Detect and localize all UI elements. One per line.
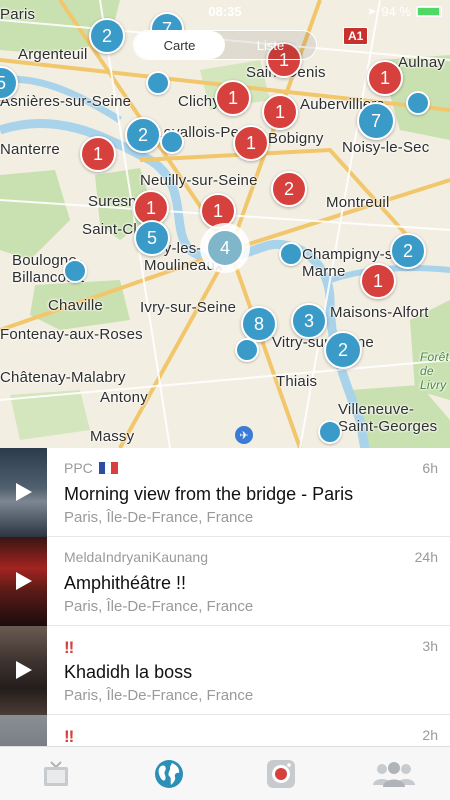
people-icon [372, 761, 415, 787]
post-location: Paris, Île-De-France, France [64, 687, 254, 704]
feed-list[interactable]: PPC 6h Morning view from the bridge - Pa… [0, 448, 450, 746]
battery-percent: 94 % [381, 4, 411, 19]
place-label: Maisons-Alfort [330, 304, 429, 321]
map-cluster[interactable]: 2 [324, 331, 362, 369]
place-label: Asnières-sur-Seine [0, 93, 132, 110]
map-view[interactable]: Paris Argenteuil Saint-Denis Aulnay Asni… [0, 0, 450, 448]
airport-icon: ✈ [235, 426, 253, 444]
list-item[interactable]: MeldaIndryaniKaunang 24h Amphithéâtre !!… [0, 537, 450, 626]
map-cluster-selected[interactable]: 4 [206, 229, 244, 267]
tab-map[interactable] [113, 747, 226, 800]
map-cluster[interactable]: 3 [291, 303, 327, 339]
post-time: 3h [422, 638, 438, 654]
play-icon [16, 483, 32, 501]
tab-camera[interactable] [225, 747, 338, 800]
battery-icon [416, 6, 442, 17]
france-flag-icon [98, 462, 118, 474]
map-cluster[interactable]: 8 [241, 306, 277, 342]
place-label: Clichy [178, 93, 221, 110]
video-thumbnail[interactable] [0, 626, 47, 715]
tab-people[interactable] [338, 747, 450, 800]
post-author[interactable]: PPC [64, 460, 93, 476]
post-title: Morning view from the bridge - Paris [64, 484, 354, 504]
list-item[interactable]: PPC 6h Morning view from the bridge - Pa… [0, 448, 450, 537]
map-pin[interactable] [63, 259, 87, 283]
video-thumbnail[interactable] [0, 715, 47, 746]
map-pin[interactable] [160, 130, 184, 154]
post-time: 24h [414, 549, 438, 565]
map-pin[interactable] [406, 91, 430, 115]
tv-icon [44, 760, 69, 786]
map-cluster[interactable]: 1 [360, 263, 396, 299]
place-label: Villeneuve-Saint-Georges [338, 401, 438, 435]
post-time: 6h [422, 460, 438, 476]
place-label: Châtenay-Malabry [0, 369, 126, 386]
place-label: Thiais [276, 373, 318, 390]
map-cluster[interactable]: 2 [390, 233, 426, 269]
map-cluster[interactable]: 5 [134, 220, 170, 256]
post-author[interactable]: MeldaIndryaniKaunang [64, 549, 208, 565]
place-label: Aulnay [398, 54, 446, 71]
post-time: 2h [422, 727, 438, 743]
map-cluster[interactable]: 1 [200, 193, 236, 229]
place-label: Forêt de Livry [420, 350, 450, 392]
map-cluster[interactable]: 1 [215, 80, 251, 116]
place-label: Bobigny [268, 130, 324, 147]
place-label: Boulogne-Billancourt [12, 252, 85, 286]
map-pin[interactable] [146, 71, 170, 95]
list-item[interactable]: ‼ 3h Khadidh la boss Paris, Île-De-Franc… [0, 626, 450, 715]
list-item[interactable]: ‼ 2h [0, 715, 450, 746]
map-pin[interactable] [318, 420, 342, 444]
place-label: Antony [100, 389, 148, 406]
place-label: Ivry-sur-Seine [140, 299, 237, 316]
post-title: Khadidh la boss [64, 662, 193, 682]
map-pin[interactable] [235, 338, 259, 362]
post-author[interactable]: ‼ [64, 727, 74, 746]
map-cluster[interactable]: 1 [80, 136, 116, 172]
place-label: Argenteuil [18, 46, 88, 63]
place-label: Nanterre [0, 141, 60, 158]
road-sign: A1 [343, 27, 369, 45]
place-label: Montreuil [326, 194, 390, 211]
tab-tv[interactable] [0, 747, 113, 800]
post-title: Amphithéâtre !! [64, 573, 187, 593]
location-arrow-icon: ➤ [367, 6, 377, 18]
map-cluster[interactable]: 1 [262, 94, 298, 130]
place-label: Massy [90, 428, 135, 445]
post-location: Paris, Île-De-France, France [64, 509, 254, 526]
play-icon [16, 661, 32, 679]
post-author[interactable]: ‼ [64, 638, 74, 658]
tab-bar [0, 746, 450, 800]
video-thumbnail[interactable] [0, 537, 47, 626]
camera-icon [267, 759, 296, 788]
map-cluster[interactable]: 1 [233, 125, 269, 161]
map-cluster[interactable]: 2 [271, 171, 307, 207]
map-tab-button[interactable]: Carte [134, 31, 225, 59]
map-cluster[interactable]: 2 [89, 18, 125, 54]
list-tab-button[interactable]: Liste [225, 31, 316, 59]
video-thumbnail[interactable] [0, 448, 47, 537]
view-toggle[interactable]: Carte Liste [133, 30, 317, 60]
place-label: Noisy-le-Sec [342, 139, 430, 156]
map-pin[interactable] [279, 242, 303, 266]
post-location: Paris, Île-De-France, France [64, 598, 254, 615]
map-cluster[interactable]: 1 [367, 60, 403, 96]
place-label: Chaville [48, 297, 103, 314]
map-cluster[interactable]: 2 [125, 117, 161, 153]
place-label: Fontenay-aux-Roses [0, 326, 143, 343]
place-label: Neuilly-sur-Seine [140, 172, 258, 189]
globe-icon [154, 759, 183, 788]
status-bar: 08:35 ➤ 94 % [0, 0, 450, 22]
map-cluster[interactable]: 7 [357, 102, 395, 140]
play-icon [16, 572, 32, 590]
